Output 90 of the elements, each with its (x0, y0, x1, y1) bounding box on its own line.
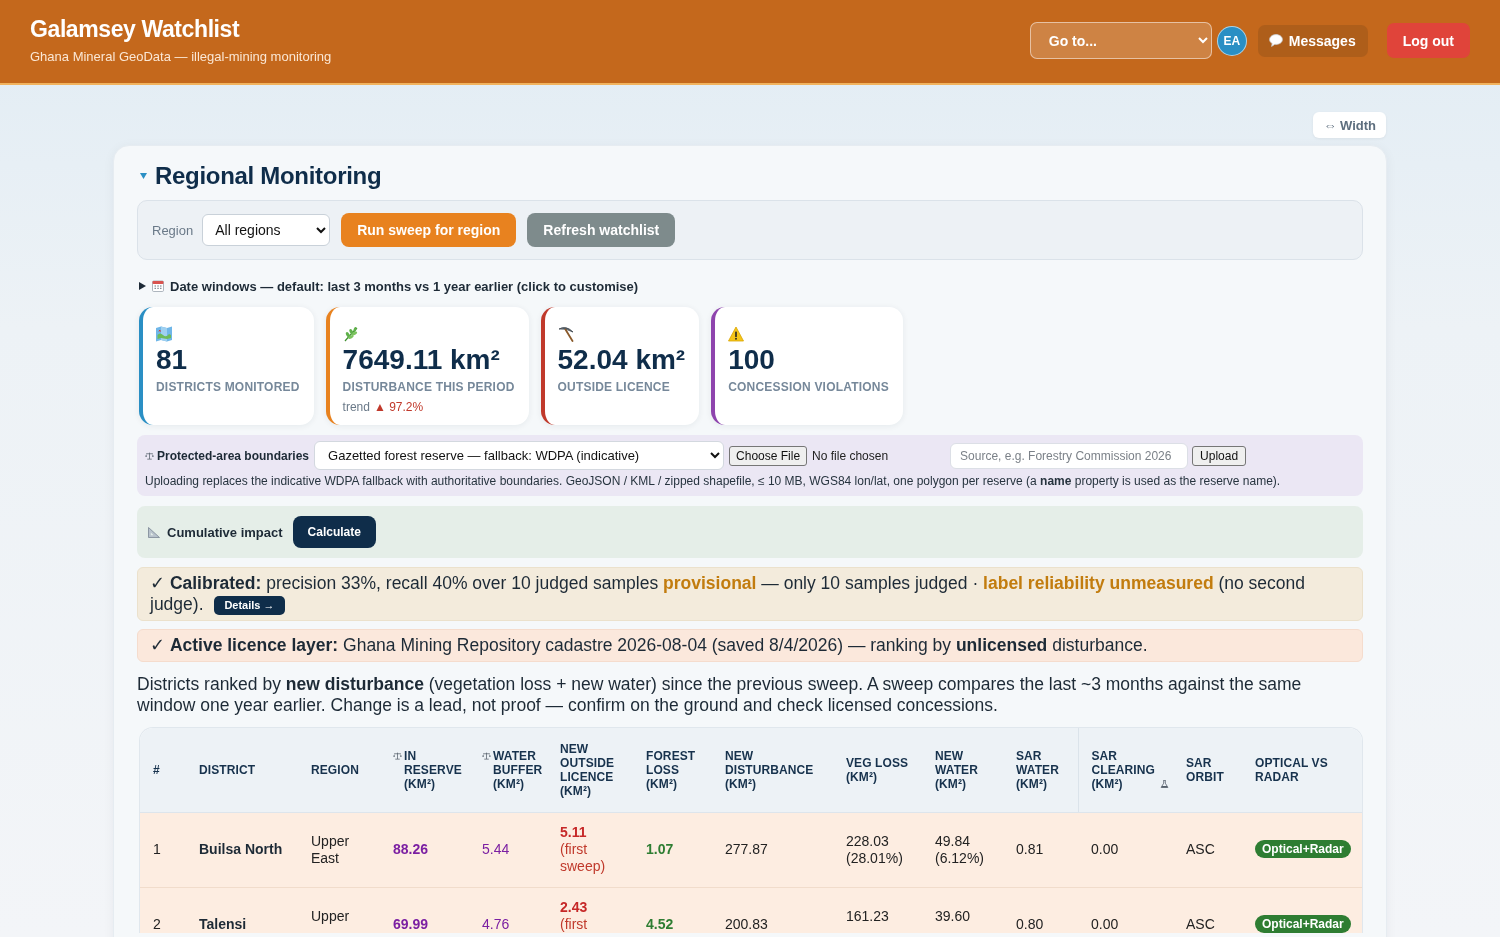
scales-icon (145, 451, 154, 460)
licence-text: ✓ Active licence layer: Ghana Mining Repository cadastre 2026-08-04 (saved 8/4/2026) — ranking by unlicensed disturbance. (150, 635, 1149, 656)
forest-loss-area: 1.07 (646, 841, 674, 857)
file-status: No file chosen (812, 448, 889, 463)
reserve-area: 69.99 (393, 916, 429, 932)
column-header: # (153, 763, 160, 777)
forest-loss-area: 4.52 (646, 916, 674, 932)
water-buffer-area: 5.44 (482, 841, 510, 857)
region-name: Upper East (311, 833, 350, 866)
outside-licence-area: 5.11 (first sweep) (560, 824, 621, 875)
messages-button[interactable]: Messages (1257, 24, 1368, 57)
stat-label: DISTRICTS MONITORED (156, 380, 300, 394)
column-header: IN RESERVE (KM²) (404, 749, 463, 791)
sar-orbit: ASC (1186, 916, 1215, 932)
impact-label: Cumulative impact (167, 524, 283, 540)
calibration-text: ✓ Calibrated: precision 33%, recall 40% over 10 judged samples provisional — only 10 samples judged · label reliability unmeasured (no second judge). Details → (150, 573, 1307, 615)
veg-loss-area: 161.23 (846, 908, 889, 924)
table-row[interactable]: 1 Builsa North Upper East 88.26 5.44 5.11 (first sweep) 1.07 277.87 228.03 (28.01%) 49.84 (6.12%) 0.81 0.00 ASC Optical+Radar (140, 812, 1362, 888)
section-title: Regional Monitoring (155, 162, 382, 190)
new-water-area: 49.84 (6.12%) (935, 833, 985, 866)
rank-number: 2 (153, 916, 161, 932)
caret-icon[interactable] (140, 173, 147, 179)
warning-icon (728, 326, 745, 342)
region-label: Region (152, 222, 194, 238)
stat-value: 52.04 km² (557, 344, 686, 376)
sar-water-area: 0.81 (1016, 841, 1044, 857)
choose-file-button[interactable]: Choose File (729, 445, 808, 466)
user-avatar[interactable]: EA (1216, 25, 1247, 56)
flask-icon (1160, 780, 1169, 788)
boundaries-note: Uploading replaces the indicative WDPA fallback with authoritative boundaries. GeoJSON / KML / zipped shapefile, ≤ 10 MB, WGS84 lon/lat, one polygon per reserve (a name property is used as the reserve name). (145, 474, 1282, 489)
veg-loss-area: 228.03 (28.01%) (846, 833, 903, 866)
boundaries-label: Protected-area boundaries (157, 448, 310, 463)
app-title: Galamsey Watchlist (30, 16, 241, 42)
sar-water-area: 0.80 (1016, 916, 1044, 932)
district-name: Builsa North (199, 841, 283, 857)
source-field[interactable]: Source, e.g. Forestry Commission 2026 (950, 442, 1189, 469)
scales-icon (393, 752, 402, 760)
trend-value: ▲ 97.2% (373, 400, 424, 414)
rank-number: 1 (153, 841, 161, 857)
column-header: WATER BUFFER (KM²) (493, 749, 543, 791)
calendar-icon (152, 280, 164, 292)
stat-label: DISTURBANCE THIS PERIOD (342, 380, 515, 394)
leaf-icon (342, 326, 359, 342)
sar-clearing-area: 0.00 (1091, 916, 1119, 932)
sar-orbit: ASC (1186, 841, 1215, 857)
pickaxe-icon (557, 326, 574, 342)
column-header: SAR ORBIT (1186, 756, 1224, 784)
column-header: SAR WATER (KM²) (1016, 749, 1059, 791)
map-icon (156, 326, 172, 342)
stat-value: 100 (728, 344, 776, 376)
new-water-area: 39.60 (935, 908, 971, 924)
optical-radar-tag: Optical+Radar (1255, 915, 1351, 933)
refresh-button[interactable]: Refresh watchlist (527, 213, 676, 247)
optical-radar-tag: Optical+Radar (1255, 840, 1351, 858)
column-header: VEG LOSS (KM²) (846, 756, 909, 784)
stat-label: CONCESSION VIOLATIONS (728, 380, 889, 394)
logout-button[interactable]: Log out (1386, 23, 1470, 58)
district-name: Talensi (199, 916, 247, 932)
app-subtitle: Ghana Mineral GeoData — illegal-mining monitoring (30, 49, 332, 65)
outside-licence-area: 2.43 (first (560, 899, 588, 933)
disclosure-triangle-icon[interactable] (139, 282, 146, 290)
table-row[interactable]: 2 Talensi Upper 69.99 4.76 2.43 (first 4.52 200.83 161.23 39.60 0.80 0.00 ASC Optical+Radar (140, 887, 1362, 933)
region-select[interactable]: All regions (202, 214, 331, 246)
details-button[interactable]: Details → (214, 595, 285, 615)
column-header: SAR CLEARING (KM²) (1091, 749, 1156, 791)
stat-label: OUTSIDE LICENCE (557, 380, 671, 394)
disturbance-area: 200.83 (725, 916, 768, 932)
region-name: Upper (311, 908, 350, 924)
disturbance-area: 277.87 (725, 841, 768, 857)
column-header: NEW OUTSIDE LICENCE (KM²) (560, 742, 615, 798)
stat-value: 7649.11 km² (342, 344, 501, 376)
width-button[interactable]: ⇔ Width (1313, 112, 1386, 138)
sar-clearing-area: 0.00 (1091, 841, 1119, 857)
column-header: OPTICAL VS RADAR (1255, 756, 1328, 784)
speech-bubble-icon (1268, 34, 1283, 47)
scales-icon (482, 752, 491, 760)
stat-value: 81 (156, 344, 189, 376)
upload-button[interactable]: Upload (1192, 445, 1247, 466)
column-header: REGION (311, 763, 359, 777)
column-header: NEW DISTURBANCE (KM²) (725, 749, 814, 791)
column-header: DISTRICT (199, 763, 256, 777)
water-buffer-area: 4.76 (482, 916, 510, 932)
column-header: FOREST LOSS (KM²) (646, 749, 696, 791)
date-windows-toggle[interactable]: Date windows — default: last 3 months vs 1 year earlier (click to customise) (170, 278, 639, 294)
reserve-area: 88.26 (393, 841, 429, 857)
column-header: NEW WATER (KM²) (935, 749, 978, 791)
trend-label: trend (342, 400, 370, 414)
intro-paragraph: Districts ranked by new disturbance (vegetation loss + new water) since the previous sweep. A sweep compares the last ~3 months against the same window one year earlier. Change is a lead, not proof — confirm on the ground and check licensed concessions. (137, 674, 1303, 716)
boundary-source-select[interactable]: Gazetted forest reserve — fallback: WDPA (indicative) (314, 441, 725, 470)
calculate-button[interactable]: Calculate (292, 516, 376, 548)
